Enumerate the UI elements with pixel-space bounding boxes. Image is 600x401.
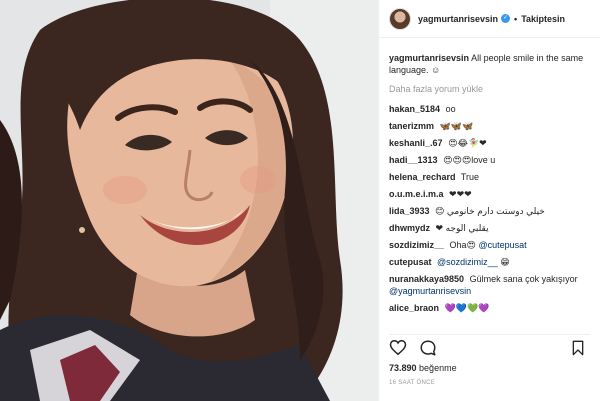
- comment-text: True: [460, 172, 480, 182]
- comment-text: 🦋🦋🦋: [439, 121, 474, 131]
- comment-icon[interactable]: [419, 339, 439, 357]
- comment-item: nuranakkaya9850 Gülmek sana çok yakışıyo…: [389, 273, 592, 297]
- post-photo[interactable]: [0, 0, 378, 401]
- header-username[interactable]: yagmurtanrisevsin: [418, 14, 498, 24]
- comment-username[interactable]: lida_3933: [389, 206, 430, 216]
- comment-item: o.u.m.e.i.m.a ❤❤❤: [389, 188, 592, 200]
- comment-text: Oha😍: [449, 240, 476, 250]
- comment-text: Gülmek sana çok yakışıyor: [469, 274, 578, 284]
- comment-username[interactable]: nuranakkaya9850: [389, 274, 464, 284]
- post-header: yagmurtanrisevsin ✓ • Takiptesin: [379, 0, 600, 38]
- post-sidebar: yagmurtanrisevsin ✓ • Takiptesin yagmurt…: [378, 0, 600, 401]
- comment-text: 😍😂🧚‍♀️❤: [448, 138, 487, 148]
- comment-item: dhwmydz يقلبي الوجه ❤: [389, 222, 592, 234]
- separator-dot: •: [514, 13, 518, 24]
- likes-number: 73.890: [389, 363, 417, 373]
- comment-item: keshanli_.67 😍😂🧚‍♀️❤: [389, 137, 592, 149]
- comment-username[interactable]: cutepusat: [389, 257, 432, 267]
- comment-mention[interactable]: @sozdizimiz__: [437, 257, 498, 267]
- comment-username[interactable]: tanerizmm: [389, 121, 434, 131]
- comment-username[interactable]: helena_rechard: [389, 172, 456, 182]
- comments-list: yagmurtanrisevsin All people smile in th…: [389, 52, 592, 319]
- comment-item: hadi__1313 😍😍😍love u: [389, 154, 592, 166]
- comment-text: oo: [445, 104, 456, 114]
- comment-username[interactable]: hakan_5184: [389, 104, 440, 114]
- comment-username[interactable]: sozdizimiz__: [389, 240, 444, 250]
- comment-item: helena_rechard True: [389, 171, 592, 183]
- post-timestamp: 16 SAAT ÖNCE: [389, 380, 436, 386]
- post-actions: [389, 334, 590, 356]
- instagram-post: yagmurtanrisevsin ✓ • Takiptesin yagmurt…: [0, 0, 600, 401]
- comment-item: tanerizmm 🦋🦋🦋: [389, 120, 592, 132]
- load-more-comments-link[interactable]: Daha fazla yorum yükle: [389, 84, 592, 94]
- caption-username[interactable]: yagmurtanrisevsin: [389, 53, 469, 63]
- comment-username[interactable]: alice_braon: [389, 303, 439, 313]
- heart-icon[interactable]: [389, 339, 409, 357]
- likes-label: beğenme: [419, 363, 457, 373]
- comment-item: cutepusat @sozdizimiz__ 😁: [389, 256, 592, 268]
- verified-badge-icon: ✓: [501, 14, 511, 23]
- comment-text: خيلي دوستت دارم خانومي 😊: [435, 206, 545, 216]
- comment-item: sozdizimiz__ Oha😍 @cutepusat: [389, 239, 592, 251]
- comment-text: 💜💙💚💜: [444, 303, 490, 313]
- selfie-illustration: [0, 0, 378, 401]
- comment-item: hakan_5184 oo: [389, 103, 592, 115]
- comment-text: 😁: [500, 257, 510, 267]
- comment-text: ❤❤❤: [449, 189, 472, 199]
- comment-item: lida_3933 خيلي دوستت دارم خانومي 😊: [389, 205, 592, 217]
- comment-username[interactable]: o.u.m.e.i.m.a: [389, 189, 444, 199]
- comment-item: alice_braon 💜💙💚💜: [389, 302, 592, 314]
- comment-username[interactable]: dhwmydz: [389, 223, 430, 233]
- post-caption: yagmurtanrisevsin All people smile in th…: [389, 52, 592, 76]
- comment-text: 😍😍😍love u: [443, 155, 496, 165]
- comment-username[interactable]: hadi__1313: [389, 155, 438, 165]
- comment-mention[interactable]: @cutepusat: [478, 240, 526, 250]
- likes-count[interactable]: 73.890 beğenme: [389, 363, 457, 373]
- bookmark-icon[interactable]: [570, 339, 590, 357]
- avatar[interactable]: [389, 7, 411, 30]
- following-button[interactable]: Takiptesin: [521, 14, 565, 24]
- comment-username[interactable]: keshanli_.67: [389, 138, 443, 148]
- comment-mention[interactable]: @yagmurtanrisevsin: [389, 286, 471, 296]
- comment-text: يقلبي الوجه ❤: [435, 223, 489, 233]
